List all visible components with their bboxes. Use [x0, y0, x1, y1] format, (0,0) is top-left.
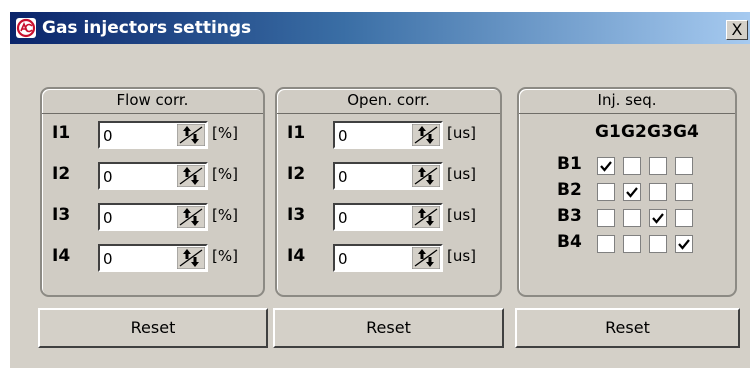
checkbox-b3-g4[interactable]: [675, 209, 693, 227]
column-header-g3: G3: [647, 122, 673, 142]
open-corr-panel: Open. corr. I1 0 [us] I2 0 [us] I3 0 [us] I4 0 [us]: [275, 87, 502, 297]
close-button[interactable]: X: [726, 20, 748, 40]
flow-corr-panel: Flow corr. I1 0 [%] I2 0 [%] I3 0 [%] I4 0 [%]: [40, 87, 265, 297]
open-unit-i4: [us]: [447, 247, 477, 265]
checkbox-b1-g1[interactable]: [597, 157, 615, 175]
checkbox-b2-g3[interactable]: [649, 183, 667, 201]
checkbox-b4-g4[interactable]: [675, 235, 693, 253]
flow-label-i1: I1: [52, 123, 71, 143]
flow-field-i4[interactable]: 0: [98, 244, 208, 272]
flow-unit-i2: [%]: [212, 165, 238, 183]
checkbox-b3-g3[interactable]: [649, 209, 667, 227]
flow-label-i4: I4: [52, 246, 71, 266]
up-down-arrows-icon[interactable]: [176, 164, 206, 188]
flow-field-i1[interactable]: 0: [98, 121, 208, 149]
open-label-i3: I3: [287, 205, 306, 225]
up-down-arrows-icon[interactable]: [176, 123, 206, 147]
flow-value-i3[interactable]: 0: [103, 209, 171, 227]
flow-label-i3: I3: [52, 205, 71, 225]
flow-value-i4[interactable]: 0: [103, 250, 171, 268]
up-down-arrows-icon[interactable]: [176, 246, 206, 270]
open-label-i4: I4: [287, 246, 306, 266]
close-icon: X: [731, 20, 743, 39]
up-down-arrows-icon[interactable]: [176, 205, 206, 229]
column-header-g2: G2: [621, 122, 647, 142]
checkbox-b1-g4[interactable]: [675, 157, 693, 175]
window-title: Gas injectors settings: [42, 18, 252, 38]
column-header-g4: G4: [673, 122, 699, 142]
up-down-arrows-icon[interactable]: [411, 164, 441, 188]
flow-reset-button[interactable]: Reset: [38, 308, 268, 348]
open-corr-title: Open. corr.: [277, 89, 500, 114]
open-value-i2[interactable]: 0: [338, 168, 406, 186]
flow-field-i3[interactable]: 0: [98, 203, 208, 231]
checkbox-b2-g2[interactable]: [623, 183, 641, 201]
checkbox-b4-g1[interactable]: [597, 235, 615, 253]
flow-value-i1[interactable]: 0: [103, 127, 171, 145]
column-header-g1: G1: [595, 122, 621, 142]
title-bar[interactable]: Gas injectors settings X: [10, 12, 750, 44]
flow-value-i2[interactable]: 0: [103, 168, 171, 186]
checkbox-b4-g2[interactable]: [623, 235, 641, 253]
row-label-b3: B3: [557, 206, 582, 226]
flow-label-i2: I2: [52, 164, 71, 184]
checkbox-b2-g1[interactable]: [597, 183, 615, 201]
inj-seq-title: Inj. seq.: [519, 89, 735, 114]
seq-reset-button[interactable]: Reset: [515, 308, 740, 348]
checkbox-b3-g1[interactable]: [597, 209, 615, 227]
open-value-i1[interactable]: 0: [338, 127, 406, 145]
ac-logo-icon: [16, 18, 36, 38]
checkbox-b1-g3[interactable]: [649, 157, 667, 175]
flow-unit-i3: [%]: [212, 206, 238, 224]
row-label-b1: B1: [557, 154, 582, 174]
flow-field-i2[interactable]: 0: [98, 162, 208, 190]
row-label-b2: B2: [557, 180, 582, 200]
open-field-i1[interactable]: 0: [333, 121, 443, 149]
checkbox-b4-g3[interactable]: [649, 235, 667, 253]
up-down-arrows-icon[interactable]: [411, 205, 441, 229]
open-value-i4[interactable]: 0: [338, 250, 406, 268]
gas-injectors-window: Gas injectors settings X Flow corr. I1 0 […: [10, 12, 750, 368]
checkbox-b3-g2[interactable]: [623, 209, 641, 227]
open-reset-button[interactable]: Reset: [273, 308, 504, 348]
inj-seq-panel: Inj. seq. G1 G2 G3 G4 B1 B2 B3 B4: [517, 87, 737, 297]
open-field-i3[interactable]: 0: [333, 203, 443, 231]
checkbox-b2-g4[interactable]: [675, 183, 693, 201]
open-field-i2[interactable]: 0: [333, 162, 443, 190]
row-label-b4: B4: [557, 232, 582, 252]
flow-corr-title: Flow corr.: [42, 89, 263, 114]
open-label-i2: I2: [287, 164, 306, 184]
open-label-i1: I1: [287, 123, 306, 143]
open-field-i4[interactable]: 0: [333, 244, 443, 272]
open-unit-i3: [us]: [447, 206, 477, 224]
flow-unit-i4: [%]: [212, 247, 238, 265]
open-value-i3[interactable]: 0: [338, 209, 406, 227]
up-down-arrows-icon[interactable]: [411, 123, 441, 147]
up-down-arrows-icon[interactable]: [411, 246, 441, 270]
open-unit-i2: [us]: [447, 165, 477, 183]
open-unit-i1: [us]: [447, 124, 477, 142]
flow-unit-i1: [%]: [212, 124, 238, 142]
checkbox-b1-g2[interactable]: [623, 157, 641, 175]
